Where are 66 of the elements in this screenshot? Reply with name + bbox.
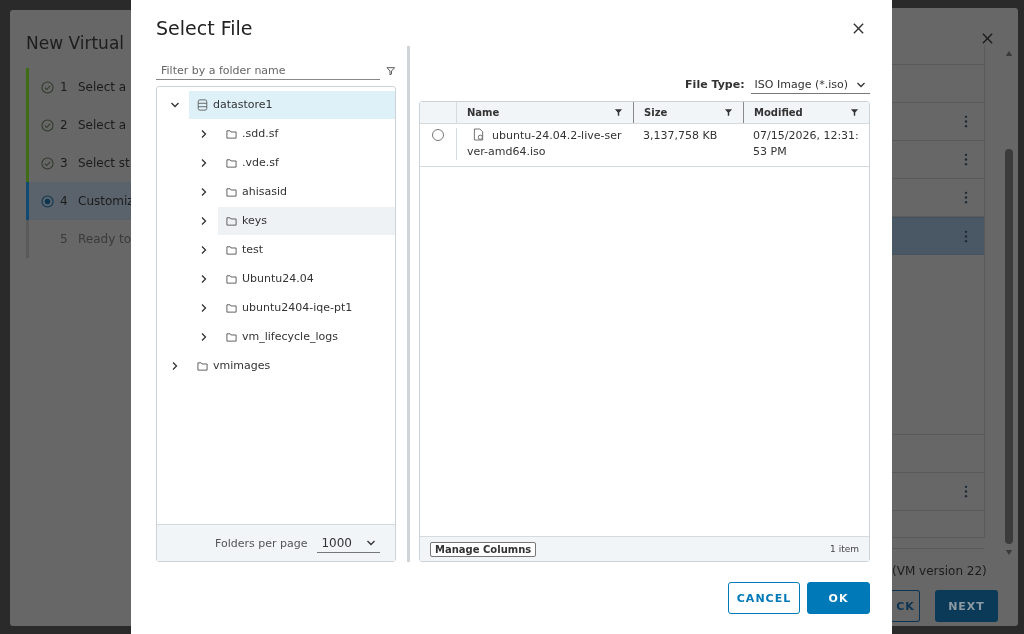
column-header[interactable]: Modified <box>754 107 803 118</box>
tree-item[interactable]: .sdd.sf <box>218 119 395 148</box>
more-options-icon[interactable] <box>964 229 968 243</box>
folders-per-page-select[interactable]: 1000 <box>317 533 380 553</box>
scrollbar-thumb[interactable] <box>1004 149 1013 544</box>
chevron-right-icon[interactable] <box>199 331 209 342</box>
folder-icon <box>226 330 237 343</box>
tree-item[interactable]: ubuntu2404-iqe-pt1 <box>218 293 395 322</box>
folder-icon <box>226 127 237 140</box>
more-options-icon[interactable] <box>964 191 968 204</box>
manage-columns-button[interactable]: Manage Columns <box>430 541 537 557</box>
folder-icon <box>226 156 237 169</box>
folder-icon <box>197 359 208 372</box>
column-header[interactable]: Size <box>644 107 668 118</box>
radio-dot-icon <box>41 194 54 208</box>
tree-item[interactable]: vm_lifecycle_logs <box>218 322 395 351</box>
chevron-right-icon[interactable] <box>199 128 209 139</box>
folder-icon <box>226 185 237 198</box>
folder-icon <box>226 243 237 256</box>
tree-item[interactable]: vmimages <box>189 351 395 380</box>
filter-icon[interactable] <box>386 66 396 76</box>
tree-item[interactable]: datastore1 <box>189 90 395 119</box>
chevron-right-icon[interactable] <box>199 244 209 255</box>
filter-icon[interactable] <box>850 108 859 117</box>
folders-per-page-label: Folders per page <box>215 536 308 550</box>
column-header[interactable]: Name <box>467 107 500 118</box>
disc-file-icon <box>473 128 484 141</box>
folder-filter-field[interactable]: Filter by a folder name <box>156 62 381 80</box>
check-circle-icon <box>41 118 54 132</box>
filter-icon[interactable] <box>724 108 733 117</box>
folder-icon <box>226 214 237 227</box>
tree-item[interactable]: test <box>218 235 395 264</box>
more-options-icon[interactable] <box>964 485 968 498</box>
item-count: 1 item <box>830 544 859 554</box>
check-circle-icon <box>41 156 54 170</box>
ok-button[interactable]: OK <box>807 582 870 614</box>
chevron-right-icon[interactable] <box>170 360 180 371</box>
filter-icon[interactable] <box>614 108 623 117</box>
folder-icon <box>226 272 237 285</box>
dialog-title: Select File <box>156 17 253 39</box>
tree-item[interactable]: .vde.sf <box>218 148 395 177</box>
chevron-right-icon[interactable] <box>199 273 209 284</box>
check-circle-icon <box>41 80 54 94</box>
tree-item[interactable]: ahisasid <box>218 177 395 206</box>
chevron-right-icon[interactable] <box>199 215 209 226</box>
chevron-right-icon[interactable] <box>199 157 209 168</box>
database-icon <box>197 98 208 111</box>
more-options-icon[interactable] <box>964 115 968 128</box>
file-size: 3,137,758 KB <box>643 129 718 142</box>
tree-item[interactable]: Ubuntu24.04 <box>218 264 395 293</box>
close-icon[interactable] <box>852 21 865 35</box>
more-options-icon[interactable] <box>964 153 968 166</box>
file-type-label: File Type: <box>685 78 745 93</box>
chevron-right-icon[interactable] <box>199 186 209 197</box>
wizard-title: New Virtual <box>26 32 126 54</box>
scroll-down-icon[interactable] <box>1004 549 1013 556</box>
file-modified: 07/15/2026, 12:31: 53 PM <box>753 129 859 158</box>
cancel-button[interactable]: CANCEL <box>728 582 800 614</box>
chevron-right-icon[interactable] <box>199 302 209 313</box>
file-name: ubuntu-24.04.2-live-ser ver-amd64.iso <box>467 128 623 160</box>
tree-item[interactable]: keys <box>218 206 395 235</box>
next-button[interactable]: NEXT <box>935 590 998 622</box>
folder-icon <box>226 301 237 314</box>
file-type-select[interactable]: ISO Image (*.iso) <box>750 76 870 94</box>
compatibility-text: (VM version 22) <box>892 563 988 580</box>
scroll-up-icon[interactable] <box>1004 50 1013 57</box>
